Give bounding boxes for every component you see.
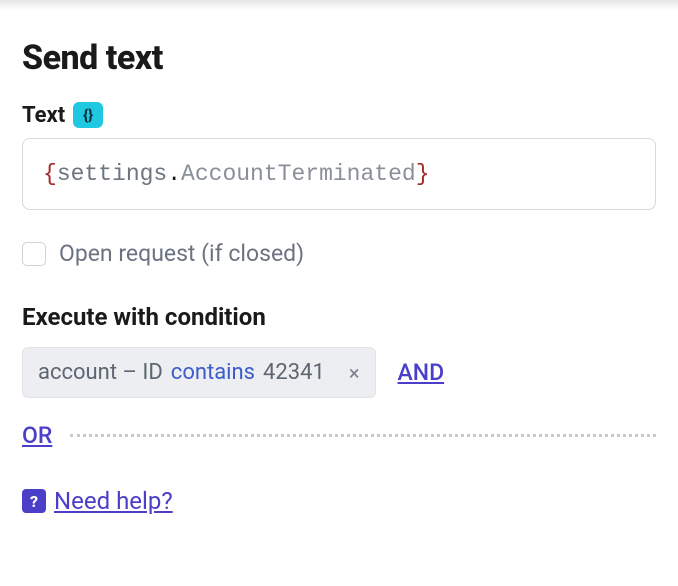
condition-value: 42341 [263, 360, 325, 385]
panel: Send text Text {} {settings.AccountTermi… [0, 10, 678, 543]
and-button[interactable]: AND [398, 359, 445, 386]
expr-close-brace: } [416, 161, 430, 187]
condition-section-title: Execute with condition [22, 303, 656, 331]
braces-icon[interactable]: {} [73, 102, 103, 128]
or-button[interactable]: OR [22, 422, 52, 449]
need-help-link[interactable]: Need help? [54, 487, 173, 515]
expr-field-token: AccountTerminated [181, 161, 416, 187]
condition-subject: account – ID [38, 360, 163, 385]
expr-open-brace: { [43, 161, 57, 187]
condition-chip[interactable]: account – ID contains 42341 × [22, 347, 376, 398]
expr-settings-token: settings [57, 161, 167, 187]
expr-dot: . [167, 161, 181, 187]
open-request-label: Open request (if closed) [59, 240, 304, 267]
condition-row: account – ID contains 42341 × AND [22, 347, 656, 398]
dotted-separator [70, 434, 656, 437]
page-title: Send text [22, 38, 656, 78]
open-request-checkbox[interactable] [22, 242, 46, 266]
help-row: ? Need help? [22, 487, 656, 515]
text-label: Text [22, 103, 65, 128]
top-shadow [0, 0, 678, 10]
close-icon[interactable]: × [349, 363, 360, 383]
text-label-row: Text {} [22, 102, 656, 128]
help-icon: ? [22, 489, 46, 513]
open-request-row: Open request (if closed) [22, 240, 656, 267]
or-row: OR [22, 422, 656, 449]
condition-operator: contains [171, 360, 255, 385]
text-input[interactable]: {settings.AccountTerminated} [22, 138, 656, 210]
